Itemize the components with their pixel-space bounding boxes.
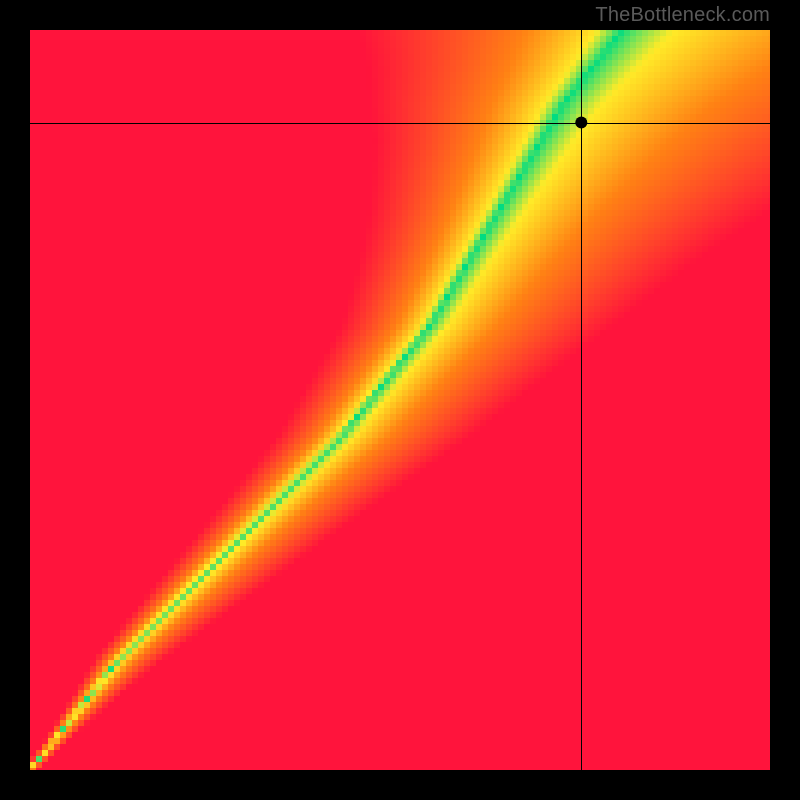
bottleneck-heatmap — [30, 30, 770, 770]
watermark-text: TheBottleneck.com — [595, 4, 770, 27]
heatmap-canvas — [30, 30, 770, 770]
